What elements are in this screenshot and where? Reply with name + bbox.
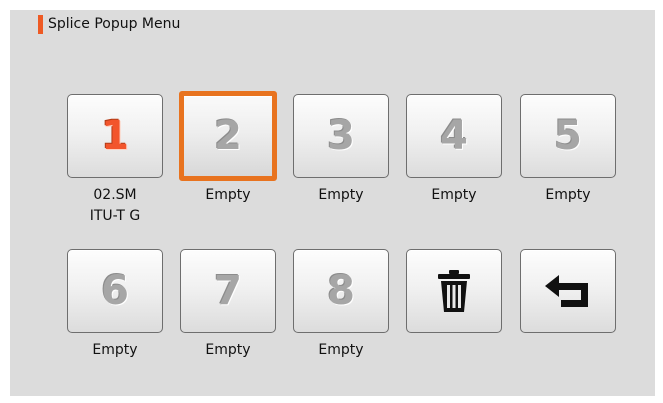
popup-title: Splice Popup Menu	[48, 16, 181, 32]
delete-button[interactable]	[406, 249, 502, 333]
slot-number: 3	[327, 113, 355, 159]
slot-number: 5	[554, 113, 582, 159]
title-accent-bar	[38, 15, 43, 34]
slot-caption-line1: Empty	[205, 187, 251, 203]
slot-caption: Empty	[171, 340, 285, 361]
slot-caption: Empty	[397, 185, 511, 206]
return-arrow-icon	[543, 273, 593, 309]
slot-7-button[interactable]: 7	[180, 249, 276, 333]
slot-number: 4	[440, 113, 468, 159]
slot-caption: Empty	[171, 185, 285, 206]
back-button[interactable]	[520, 249, 616, 333]
trash-icon	[436, 269, 472, 313]
slot-caption-line1: Empty	[205, 342, 251, 358]
slot-caption-line1: Empty	[92, 342, 138, 358]
slot-caption-line1: Empty	[431, 187, 477, 203]
slot-1-button[interactable]: 1	[67, 94, 163, 178]
slot-caption-line1: Empty	[545, 187, 591, 203]
slot-caption: 02.SM ITU-T G	[58, 185, 172, 227]
slot-caption-line1: 02.SM	[93, 187, 137, 203]
slot-2-button[interactable]: 2	[179, 91, 277, 181]
slot-number: 8	[327, 268, 355, 314]
slot-4-button[interactable]: 4	[406, 94, 502, 178]
slot-3-button[interactable]: 3	[293, 94, 389, 178]
slot-caption-line2: ITU-T G	[89, 208, 141, 224]
slot-caption-line1: Empty	[318, 187, 364, 203]
slot-8-button[interactable]: 8	[293, 249, 389, 333]
slot-number: 6	[101, 268, 129, 314]
slot-number: 1	[101, 113, 129, 159]
slot-caption: Empty	[284, 185, 398, 206]
slot-number: 7	[214, 268, 242, 314]
slot-caption: Empty	[284, 340, 398, 361]
slot-caption: Empty	[58, 340, 172, 361]
slot-caption-line1: Empty	[318, 342, 364, 358]
slot-5-button[interactable]: 5	[520, 94, 616, 178]
slot-caption: Empty	[511, 185, 625, 206]
slot-number: 2	[214, 113, 242, 159]
slot-6-button[interactable]: 6	[67, 249, 163, 333]
